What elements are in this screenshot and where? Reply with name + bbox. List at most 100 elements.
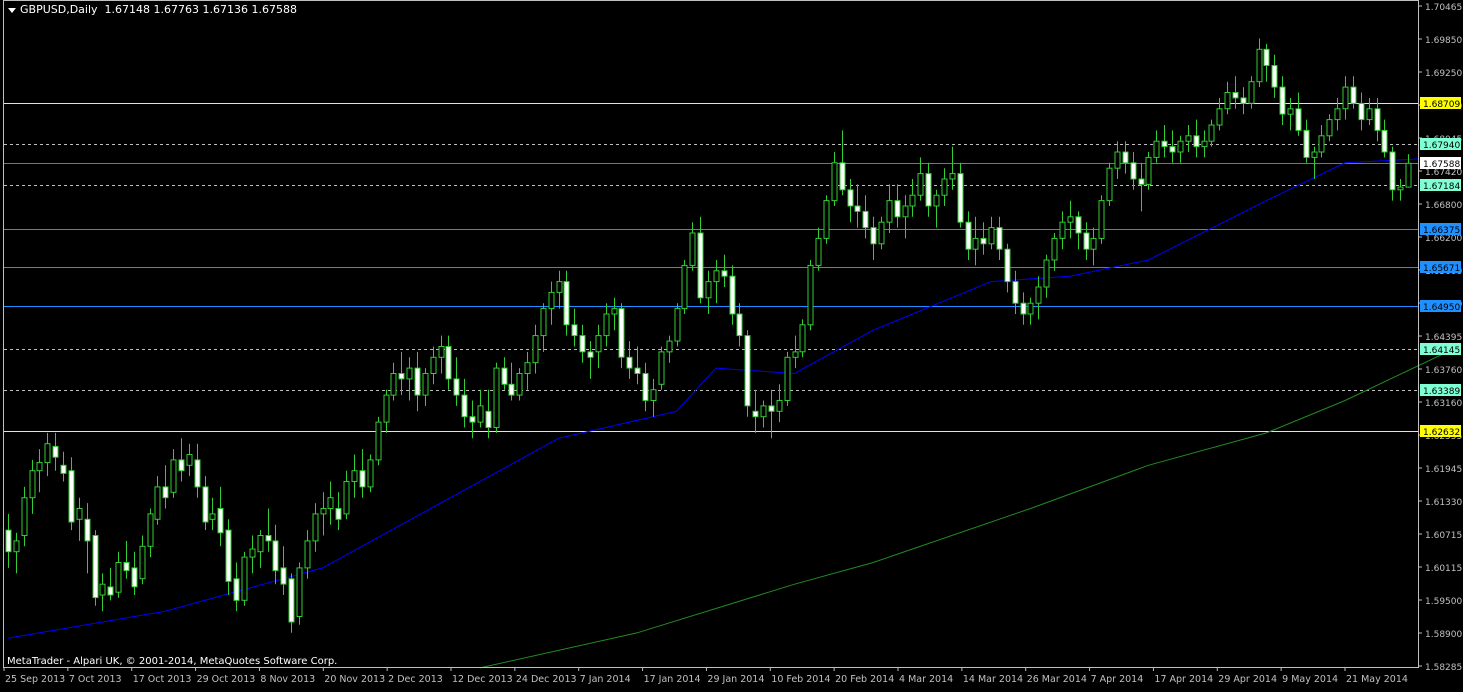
level-badge-label: 1.67940 <box>1423 141 1460 151</box>
level-badge: 1.68709 <box>1420 97 1461 110</box>
bull-candle-body <box>666 340 673 353</box>
bear-candle-body <box>1240 97 1247 104</box>
level-badge-label: 1.63389 <box>1423 387 1460 397</box>
x-tick-label: 10 Feb 2014 <box>771 674 830 685</box>
price-chart[interactable]: 1.704651.698501.692501.686501.680451.674… <box>0 0 1463 688</box>
bear-candle-body <box>123 562 130 572</box>
level-badge-label: 1.67184 <box>1423 182 1460 192</box>
level-badge: 1.62632 <box>1420 425 1461 438</box>
y-tick-label: 1.66800 <box>1425 201 1462 211</box>
candle <box>681 260 688 314</box>
y-tick-label: 1.69250 <box>1425 69 1462 79</box>
chart-canvas[interactable]: 1.704651.698501.692501.686501.680451.674… <box>0 0 1463 688</box>
bull-candle-body <box>209 513 216 520</box>
bull-candle-body <box>595 335 602 353</box>
bear-candle-body <box>288 578 295 623</box>
y-tick-label: 1.63160 <box>1425 399 1462 409</box>
bear-candle-body <box>587 351 594 358</box>
bear-candle-body <box>697 232 704 299</box>
y-tick-label: 1.64395 <box>1425 333 1462 343</box>
x-tick-label: 21 May 2014 <box>1346 674 1408 685</box>
candle <box>493 362 500 433</box>
bull-candle-body <box>430 356 437 374</box>
bull-candle-body <box>29 470 36 499</box>
bull-candle-body <box>815 237 822 266</box>
x-tick-label: 17 Jan 2014 <box>644 674 701 685</box>
bear-candle-body <box>854 205 861 212</box>
bull-candle-body <box>1334 108 1341 121</box>
candle <box>241 551 248 606</box>
y-tick-label: 1.61330 <box>1425 498 1462 508</box>
bear-candle-body <box>1389 151 1396 191</box>
bear-candle-body <box>272 540 279 572</box>
bull-candle-body <box>44 443 51 464</box>
bear-candle-body <box>68 470 75 523</box>
bull-candle-body <box>1311 151 1318 158</box>
y-tick-label: 1.61945 <box>1425 465 1462 475</box>
level-badge-label: 1.64145 <box>1423 346 1460 356</box>
x-tick-label: 20 Nov 2013 <box>324 674 385 685</box>
candle <box>799 319 806 358</box>
bull-candle-body <box>988 227 995 245</box>
y-tick-label: 1.58900 <box>1425 630 1462 640</box>
bear-candle-body <box>1303 129 1310 158</box>
bear-candle-body <box>202 486 209 523</box>
bull-candle-body <box>941 178 948 196</box>
bull-candle-body <box>351 470 358 483</box>
bear-candle-body <box>1295 108 1302 131</box>
bull-candle-body <box>776 400 783 412</box>
bear-candle-body <box>131 567 138 588</box>
bear-candle-body <box>1193 135 1200 148</box>
candle <box>1106 162 1113 206</box>
bear-candle-body <box>563 281 570 326</box>
bull-candle-body <box>477 405 484 423</box>
bull-candle-body <box>390 373 397 396</box>
bear-candle-body <box>839 162 846 191</box>
bull-candle-body <box>1318 135 1325 153</box>
level-badge: 1.66375 <box>1420 223 1461 236</box>
candle <box>807 260 814 331</box>
bear-candle-body <box>501 367 508 385</box>
bull-candle-body <box>792 351 799 358</box>
x-tick-label: 26 Mar 2014 <box>1027 674 1087 685</box>
bear-candle-body <box>485 410 492 428</box>
bull-candle-body <box>296 567 303 618</box>
x-tick-label: 2 Dec 2013 <box>388 674 443 685</box>
bull-candle-body <box>909 194 916 207</box>
dropdown-arrow-icon[interactable] <box>8 7 16 13</box>
bull-candle-body <box>493 367 500 429</box>
bull-candle-body <box>1059 221 1066 239</box>
bear-candle-body <box>265 535 272 542</box>
bear-candle-body <box>996 227 1003 250</box>
bull-candle-body <box>304 540 311 569</box>
x-tick-label: 29 Jan 2014 <box>707 674 764 685</box>
candle <box>367 454 374 493</box>
bull-candle-body <box>1216 108 1223 126</box>
bear-candle-body <box>52 445 59 458</box>
bear-candle-body <box>1122 151 1129 164</box>
bull-candle-body <box>1067 216 1074 223</box>
bull-candle-body <box>524 362 531 375</box>
bull-candle-body <box>658 351 665 385</box>
bull-candle-body <box>1208 124 1215 142</box>
level-badge: 1.67940 <box>1420 138 1461 151</box>
bull-candle-body <box>1035 286 1042 304</box>
bull-candle-body <box>367 459 374 488</box>
bull-candle-body <box>1366 108 1373 121</box>
x-tick-label: 8 Nov 2013 <box>260 674 315 685</box>
bull-candle-body <box>99 583 106 596</box>
bear-candle-body <box>1358 102 1365 121</box>
bull-candle-body <box>972 237 979 250</box>
bear-candle-body <box>178 459 185 472</box>
bear-candle-body <box>736 313 743 337</box>
bull-candle-body <box>1185 135 1192 142</box>
y-tick-label: 1.58285 <box>1425 663 1462 673</box>
bull-candle-body <box>917 173 924 196</box>
bull-candle-body <box>1098 200 1105 239</box>
level-badge: 1.64950 <box>1420 300 1461 313</box>
bear-candle-body <box>445 346 452 380</box>
bear-candle-body <box>162 486 169 499</box>
bull-candle-body <box>186 454 193 466</box>
bull-candle-body <box>1201 140 1208 148</box>
bull-candle-body <box>13 540 20 553</box>
